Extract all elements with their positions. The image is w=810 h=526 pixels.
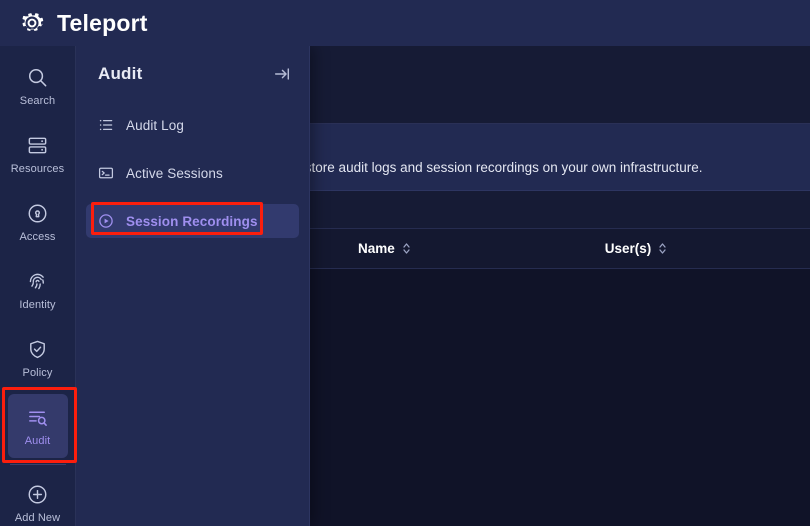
flyout-item-session-recordings-label: Session Recordings (126, 213, 258, 229)
sidebar-item-search-label: Search (19, 94, 56, 107)
flyout-title: Audit (98, 64, 143, 83)
fingerprint-icon (26, 270, 49, 293)
sidebar-item-access-label: Access (19, 230, 56, 243)
sidebar-item-policy[interactable]: Policy (8, 326, 68, 390)
sidebar-item-resources-label: Resources (10, 162, 65, 175)
audit-flyout-panel: Audit Audit Log Active Sessions Session … (76, 46, 310, 526)
column-header-name[interactable]: Name (358, 241, 411, 256)
sidebar-item-add-new[interactable]: Add New (8, 471, 68, 526)
play-circle-icon (98, 213, 114, 229)
sidebar-item-add-new-label: Add New (14, 511, 61, 524)
sidebar-item-policy-label: Policy (22, 366, 53, 379)
sidebar-nav: Search Resources Access Identity Policy … (0, 46, 76, 526)
terminal-icon (98, 165, 114, 181)
sidebar-item-search[interactable]: Search (8, 54, 68, 118)
flyout-item-active-sessions[interactable]: Active Sessions (86, 156, 299, 190)
list-search-icon (26, 406, 49, 429)
sidebar-item-audit[interactable]: Audit (7, 394, 68, 458)
sidebar-item-audit-label: Audit (24, 434, 51, 447)
search-icon (26, 66, 49, 89)
top-header-bar: Teleport (0, 0, 810, 46)
column-header-name-label: Name (358, 241, 395, 256)
gear-icon (18, 9, 46, 37)
server-icon (26, 134, 49, 157)
column-header-users[interactable]: User(s) (605, 241, 668, 256)
sidebar-item-access[interactable]: Access (8, 190, 68, 254)
sort-chevron-icon (658, 242, 667, 255)
plus-circle-icon (26, 483, 49, 506)
flyout-item-session-recordings[interactable]: Session Recordings (86, 204, 299, 238)
brand-name: Teleport (57, 9, 148, 36)
flyout-header: Audit (76, 46, 309, 102)
flyout-item-active-sessions-label: Active Sessions (126, 165, 223, 181)
sidebar-item-resources[interactable]: Resources (8, 122, 68, 186)
banner-description: S account to store audit logs and sessio… (226, 160, 703, 175)
shield-check-icon (26, 338, 49, 361)
collapse-right-icon[interactable] (273, 65, 291, 83)
sort-chevron-icon (402, 242, 411, 255)
banner-title: ge (226, 138, 792, 153)
flyout-item-audit-log-label: Audit Log (126, 117, 184, 133)
sidebar-item-identity[interactable]: Identity (8, 258, 68, 322)
list-icon (98, 117, 114, 133)
sidebar-divider (9, 464, 66, 465)
app-window: Teleport gs ge S account to store audit … (0, 0, 810, 526)
flyout-menu-list: Audit Log Active Sessions Session Record… (76, 102, 309, 238)
column-header-users-label: User(s) (604, 241, 652, 256)
brand[interactable]: Teleport (18, 9, 148, 37)
sidebar-item-identity-label: Identity (19, 298, 56, 311)
flyout-item-audit-log[interactable]: Audit Log (86, 108, 299, 142)
lock-circle-icon (26, 202, 49, 225)
